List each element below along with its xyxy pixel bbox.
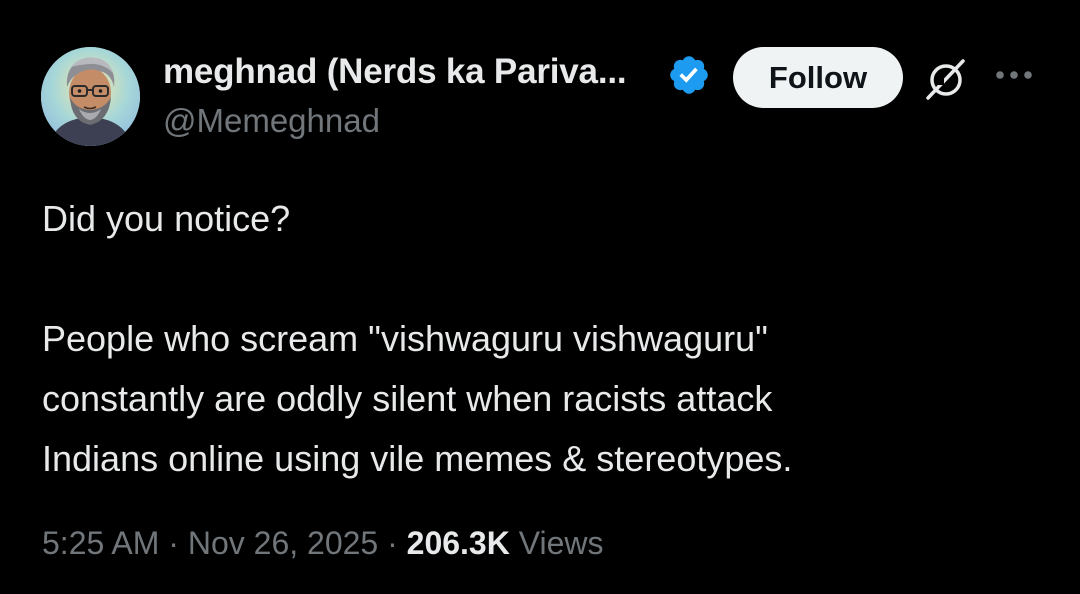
tweet-card: meghnad (Nerds ka Pariva... @Memeghnad F… — [0, 0, 1080, 594]
author-display-name[interactable]: meghnad (Nerds ka Pariva... — [163, 52, 627, 92]
meta-separator: · — [378, 525, 407, 561]
tweet-text-line: People who scream "vishwaguru vishwaguru… — [42, 318, 768, 359]
tweet-body: Did you notice? People who scream "vishw… — [42, 189, 1042, 489]
avatar-illustration-icon — [41, 47, 140, 146]
tweet-time[interactable]: 5:25 AM — [42, 525, 159, 561]
views-count[interactable]: 206.3K — [407, 525, 510, 561]
tweet-text-line: Indians online using vile memes & stereo… — [42, 438, 793, 479]
follow-button[interactable]: Follow — [733, 47, 903, 108]
verified-badge-icon — [670, 56, 708, 94]
tweet-text-line: Did you notice? — [42, 198, 291, 239]
more-options-icon[interactable] — [992, 63, 1036, 87]
avatar[interactable] — [41, 47, 140, 146]
author-handle[interactable]: @Memeghnad — [163, 102, 380, 140]
views-label: Views — [509, 525, 604, 561]
tweet-meta: 5:25 AM · Nov 26, 2025 · 206.3K Views — [42, 525, 604, 562]
meta-separator: · — [159, 525, 188, 561]
tweet-date[interactable]: Nov 26, 2025 — [188, 525, 378, 561]
grok-icon[interactable] — [922, 55, 970, 103]
tweet-text-line: constantly are oddly silent when racists… — [42, 378, 773, 419]
